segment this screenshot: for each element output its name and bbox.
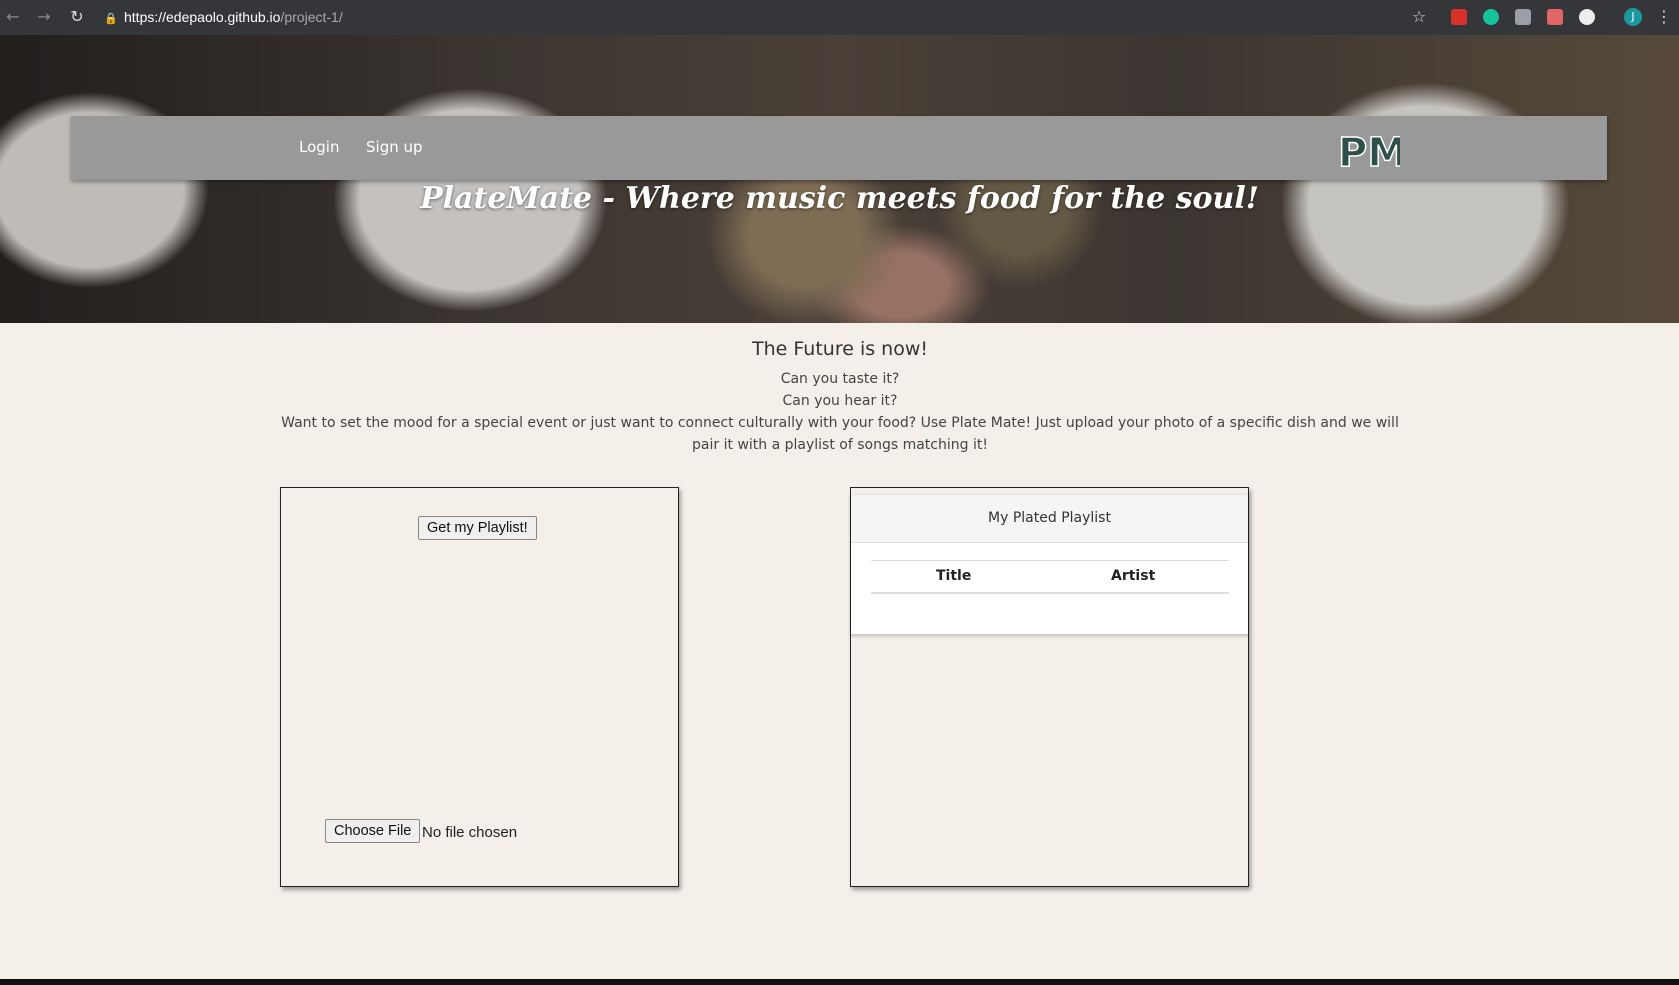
intro-section: The Future is now! Can you taste it? Can…: [280, 338, 1400, 456]
column-header-artist: Artist: [1111, 568, 1156, 584]
lock-icon: 🔒: [104, 13, 118, 25]
video-extension-icon[interactable]: [1547, 9, 1563, 25]
back-icon[interactable]: ←: [4, 8, 22, 26]
address-bar[interactable]: 🔒 https://edepaolo.github.io/project-1/: [104, 6, 1419, 29]
forward-icon[interactable]: →: [35, 8, 53, 26]
choose-file-button[interactable]: Choose File: [325, 819, 421, 843]
playlist-title: My Plated Playlist: [851, 495, 1248, 543]
file-status-text: No file chosen: [422, 824, 518, 841]
intro-heading: The Future is now!: [752, 338, 928, 360]
hero-tagline: PlateMate - Where music meets food for t…: [420, 181, 1259, 216]
intro-description: Want to set the mood for a special event…: [281, 415, 1399, 453]
playlist-card: My Plated Playlist Title Artist: [851, 495, 1248, 635]
login-link[interactable]: Login: [299, 138, 339, 156]
logo-text: PM: [1338, 130, 1400, 174]
profile-avatar[interactable]: J: [1624, 8, 1642, 26]
upload-panel: Get my Playlist! Choose File No file cho…: [280, 487, 679, 887]
url-path: /project-1/: [280, 9, 343, 25]
menu-icon[interactable]: ⋮: [1655, 8, 1673, 26]
get-playlist-button[interactable]: Get my Playlist!: [418, 516, 537, 540]
bottom-edge: [0, 979, 1679, 985]
signup-link[interactable]: Sign up: [366, 138, 423, 156]
column-header-title: Title: [936, 568, 972, 584]
playlist-panel: My Plated Playlist Title Artist: [850, 487, 1249, 887]
intro-line-hear: Can you hear it?: [782, 393, 898, 409]
url-host: https://edepaolo.github.io: [124, 9, 281, 25]
circle-extension-icon[interactable]: [1579, 9, 1595, 25]
bookmark-star-icon[interactable]: ☆: [1410, 8, 1428, 26]
pocket-extension-icon[interactable]: [1451, 9, 1467, 25]
navbar: Login Sign up PM: [71, 116, 1607, 180]
extension-icon[interactable]: [1515, 9, 1531, 25]
intro-line-taste: Can you taste it?: [780, 371, 900, 387]
reload-icon[interactable]: ↻: [68, 8, 86, 26]
platemate-logo-icon[interactable]: PM: [1334, 126, 1400, 174]
playlist-table: Title Artist: [871, 560, 1229, 594]
grammarly-extension-icon[interactable]: [1483, 9, 1499, 25]
hero-banner: Login Sign up PM PlateMate - Where music…: [0, 35, 1679, 323]
browser-toolbar: ← → ↻ 🔒 https://edepaolo.github.io/projec…: [0, 0, 1679, 35]
